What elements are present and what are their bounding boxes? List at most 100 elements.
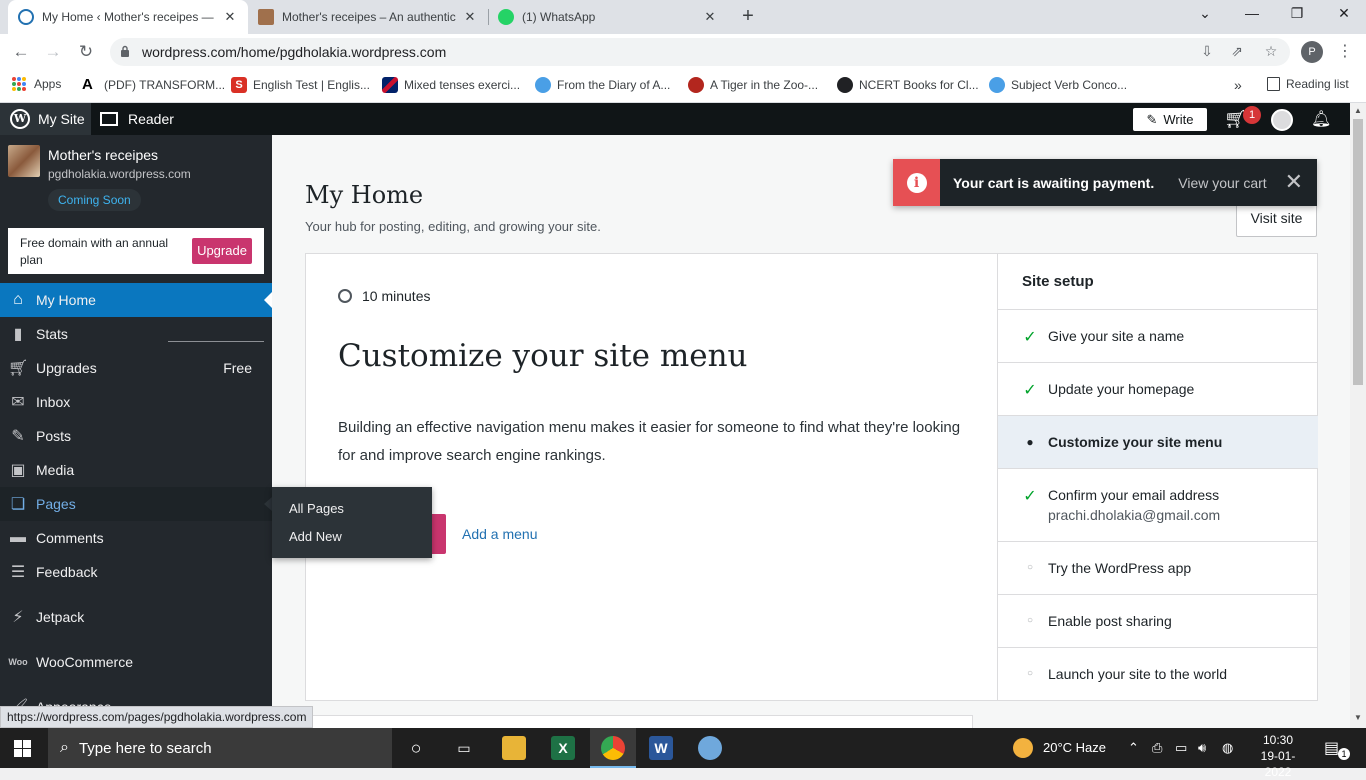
- next-card: [305, 715, 973, 728]
- cortana-icon[interactable]: ○: [404, 736, 428, 760]
- sidebar-item-pages[interactable]: ❏ Pages: [0, 487, 272, 521]
- bookmark-mixed-tenses[interactable]: Mixed tenses exerci...: [382, 77, 520, 93]
- new-tab-button[interactable]: +: [737, 6, 759, 28]
- bookmark-diary[interactable]: From the Diary of A...: [535, 77, 670, 93]
- tab-search-icon[interactable]: ⌄: [1193, 5, 1217, 22]
- tab-mothers-receipes[interactable]: Mother's receipes – An authentic ✕: [248, 0, 488, 34]
- red-seal-icon: [688, 77, 704, 93]
- reload-icon[interactable]: ↻: [75, 41, 97, 63]
- back-icon[interactable]: ←: [10, 41, 32, 63]
- file-explorer-icon[interactable]: [502, 736, 526, 760]
- browser-tab-strip: My Home ‹ Mother's receipes — ✕ Mother's…: [0, 0, 1366, 34]
- pages-flyout-menu: All Pages Add New: [272, 487, 432, 558]
- flyout-all-pages[interactable]: All Pages: [289, 501, 344, 516]
- bookmark-apps[interactable]: Apps: [12, 77, 61, 91]
- sidebar-item-label: My Home: [36, 292, 96, 308]
- share-icon[interactable]: ⇗: [1228, 43, 1246, 61]
- sidebar-item-posts[interactable]: ✎ Posts: [0, 419, 272, 453]
- bookmark-star-icon[interactable]: ☆: [1262, 43, 1280, 61]
- weather-icon: [1013, 738, 1033, 758]
- my-site-button[interactable]: W My Site: [0, 103, 91, 135]
- volume-icon[interactable]: 🔊︎: [1198, 740, 1206, 756]
- sidebar-item-feedback[interactable]: ☰ Feedback: [0, 555, 272, 589]
- close-icon[interactable]: ✕: [462, 9, 478, 25]
- close-icon[interactable]: ✕: [1285, 169, 1303, 195]
- bookmarks-overflow-icon[interactable]: »: [1234, 77, 1242, 93]
- tab-whatsapp[interactable]: (1) WhatsApp ✕: [488, 0, 728, 34]
- sidebar-item-comments[interactable]: ▬ Comments: [0, 521, 272, 555]
- page-scrollbar[interactable]: ▲ ▼: [1350, 103, 1366, 728]
- setup-step-app[interactable]: ○ Try the WordPress app: [998, 542, 1318, 595]
- sidebar-item-woocommerce[interactable]: Woo WooCommerce: [0, 645, 272, 679]
- close-icon[interactable]: ✕: [222, 9, 238, 25]
- bookmark-pdf-transform[interactable]: A (PDF) TRANSFORM...: [82, 77, 225, 93]
- tab-my-home[interactable]: My Home ‹ Mother's receipes — ✕: [8, 0, 248, 34]
- site-card[interactable]: Mother's receipes pgdholakia.wordpress.c…: [8, 145, 264, 215]
- upgrade-button[interactable]: Upgrade: [192, 238, 252, 264]
- taskbar-clock[interactable]: 10:30 19-01-2022: [1248, 732, 1308, 780]
- window-close-button[interactable]: ✕: [1332, 5, 1356, 22]
- tray-overflow-icon[interactable]: ⌃: [1128, 740, 1139, 756]
- step-email: prachi.dholakia@gmail.com: [1048, 507, 1221, 523]
- excel-icon[interactable]: X: [551, 736, 575, 760]
- sidebar-item-upgrades[interactable]: 🛒︎ Upgrades Free: [0, 351, 272, 385]
- weather-text[interactable]: 20°C Haze: [1043, 740, 1106, 755]
- wordpress-logo-icon: W: [10, 109, 30, 129]
- meet-now-icon[interactable]: ⎙: [1152, 740, 1162, 756]
- user-avatar[interactable]: [1271, 109, 1293, 131]
- my-site-label: My Site: [38, 111, 85, 127]
- reader-button[interactable]: Reader: [100, 103, 174, 135]
- notifications-bell-icon[interactable]: 🔔︎: [1311, 109, 1331, 129]
- scroll-thumb[interactable]: [1353, 119, 1363, 385]
- forward-icon[interactable]: →: [42, 41, 64, 63]
- clock-time: 10:30: [1262, 733, 1294, 747]
- taskbar-search[interactable]: ⌕ Type here to search: [48, 728, 392, 768]
- chrome-icon[interactable]: [601, 736, 625, 760]
- bookmark-subject-verb[interactable]: Subject Verb Conco...: [989, 77, 1127, 93]
- bookmark-ncert[interactable]: NCERT Books for Cl...: [837, 77, 979, 93]
- task-description: Building an effective navigation menu ma…: [338, 419, 961, 464]
- media-icon: ▣: [10, 462, 26, 479]
- action-center-icon[interactable]: ▤: [1324, 738, 1339, 758]
- paint-icon[interactable]: [698, 736, 722, 760]
- setup-step-sharing[interactable]: ○ Enable post sharing: [998, 595, 1318, 648]
- setup-step-email[interactable]: ✓ Confirm your email address prachi.dhol…: [998, 469, 1318, 542]
- sidebar-item-jetpack[interactable]: ⚡ Jetpack: [0, 600, 272, 634]
- add-menu-link[interactable]: Add a menu: [462, 526, 538, 542]
- network-icon[interactable]: ◍: [1222, 740, 1233, 756]
- reading-list-button[interactable]: Reading list: [1267, 77, 1349, 91]
- sidebar-item-inbox[interactable]: ✉ Inbox: [0, 385, 272, 419]
- close-icon[interactable]: ✕: [702, 9, 718, 25]
- setup-step-homepage[interactable]: ✓ Update your homepage: [998, 363, 1318, 416]
- view-cart-link[interactable]: View your cart: [1178, 175, 1266, 191]
- word-icon[interactable]: W: [649, 736, 673, 760]
- scroll-up-icon[interactable]: ▲: [1354, 106, 1362, 115]
- sidebar-item-my-home[interactable]: ⌂ My Home: [0, 283, 272, 317]
- setup-step-menu[interactable]: ● Customize your site menu: [998, 416, 1318, 469]
- maximize-button[interactable]: ❐: [1285, 5, 1309, 22]
- cart-notice: i Your cart is awaiting payment. View yo…: [893, 159, 1317, 206]
- link-status-bubble: https://wordpress.com/pages/pgdholakia.w…: [0, 706, 314, 728]
- sidebar-item-stats[interactable]: ▮ Stats: [0, 317, 272, 351]
- browser-menu-icon[interactable]: ⋮: [1337, 41, 1353, 61]
- battery-icon[interactable]: ▭: [1175, 740, 1187, 756]
- setup-step-name[interactable]: ✓ Give your site a name: [998, 310, 1318, 363]
- bookmark-english-test[interactable]: S English Test | Englis...: [231, 77, 370, 93]
- scroll-down-icon[interactable]: ▼: [1354, 713, 1362, 722]
- site-url: pgdholakia.wordpress.com: [48, 167, 191, 181]
- globe-arrow-icon: [989, 77, 1005, 93]
- apps-grid-icon: [12, 77, 26, 91]
- profile-avatar[interactable]: P: [1301, 41, 1323, 63]
- setup-step-launch[interactable]: ○ Launch your site to the world: [998, 648, 1318, 700]
- current-dot-icon: ●: [1026, 435, 1034, 449]
- windows-start-icon[interactable]: [14, 740, 31, 757]
- sidebar-item-media[interactable]: ▣ Media: [0, 453, 272, 487]
- write-button[interactable]: ✎ Write: [1133, 108, 1207, 131]
- bookmark-tiger-zoo[interactable]: A Tiger in the Zoo-...: [688, 77, 818, 93]
- flyout-add-new[interactable]: Add New: [289, 529, 342, 544]
- address-bar[interactable]: wordpress.com/home/pgdholakia.wordpress.…: [110, 38, 1290, 66]
- minimize-button[interactable]: —: [1240, 5, 1264, 21]
- step-label: Update your homepage: [1048, 381, 1195, 397]
- install-icon[interactable]: ⇩: [1198, 43, 1216, 61]
- task-view-icon[interactable]: ▭: [452, 736, 476, 760]
